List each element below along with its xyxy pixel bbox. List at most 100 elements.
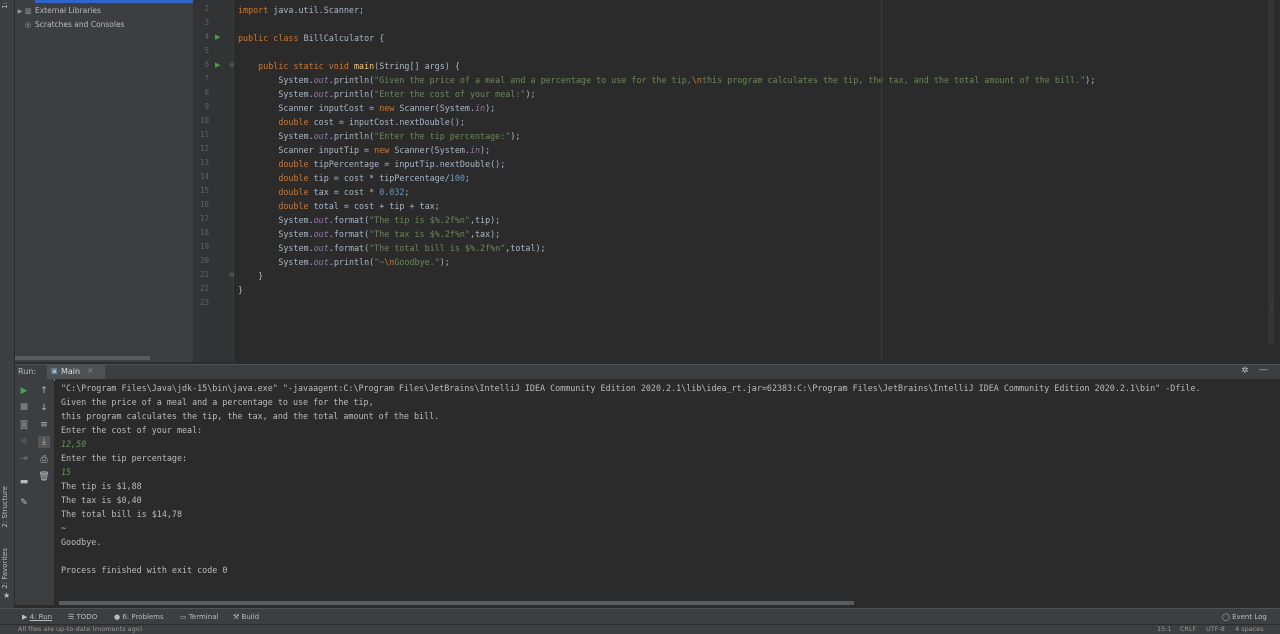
- pin-icon[interactable]: ✎: [18, 497, 30, 509]
- line-number: 10: [199, 116, 209, 125]
- code-token: import: [238, 5, 274, 15]
- arrow-down-icon[interactable]: ↓: [38, 402, 50, 414]
- tool-run-button[interactable]: ▶ 4: Run: [22, 609, 52, 625]
- tree-item-label: External Libraries: [35, 6, 101, 15]
- code-token: .format(: [328, 215, 370, 225]
- trash-icon[interactable]: 🗑: [38, 471, 50, 483]
- code-editor[interactable]: import java.util.Scanner; public class Bi…: [234, 0, 1270, 362]
- tree-item-external-libraries[interactable]: ▶ ▥ External Libraries: [15, 4, 101, 17]
- code-token: this program calculates the tip, the tax…: [701, 75, 1086, 85]
- code-line[interactable]: public class BillCalculator {: [238, 31, 384, 45]
- code-token: double: [238, 201, 314, 211]
- code-token: .println(: [328, 131, 375, 141]
- code-token: main: [353, 61, 375, 71]
- exit-icon[interactable]: ⇥: [18, 453, 30, 465]
- code-token: Goodbye.": [394, 257, 440, 267]
- code-line[interactable]: System.out.format("The total bill is $%.…: [238, 241, 545, 255]
- code-token: System.: [238, 257, 314, 267]
- scroll-to-end-icon[interactable]: ⤓: [38, 436, 50, 448]
- run-main-icon[interactable]: ▶: [215, 61, 220, 69]
- code-line[interactable]: double cost = inputCost.nextDouble();: [238, 115, 465, 129]
- code-token: ,tax);: [469, 229, 501, 239]
- soft-wrap-icon[interactable]: ≡: [38, 419, 50, 431]
- editor-scrollbar[interactable]: [1268, 0, 1274, 345]
- console-line: Enter the cost of your meal:: [61, 425, 203, 435]
- code-line[interactable]: double total = cost + tip + tax;: [238, 199, 439, 213]
- code-token: );: [480, 145, 491, 155]
- tool-problems-button[interactable]: ● 6: Problems: [114, 609, 164, 625]
- console-scrollbar[interactable]: [59, 601, 854, 605]
- code-line[interactable]: }: [238, 269, 263, 283]
- selected-tree-row[interactable]: [35, 0, 193, 3]
- code-token: );: [525, 89, 536, 99]
- code-line[interactable]: double tax = cost * 0.032;: [238, 185, 409, 199]
- horizontal-scrollbar[interactable]: [15, 356, 150, 360]
- close-icon[interactable]: ×: [87, 366, 94, 375]
- tool-build-button[interactable]: ⚒ Build: [233, 609, 259, 625]
- console-user-input: 12,50: [61, 439, 87, 449]
- rerun-icon[interactable]: ▶: [18, 385, 30, 397]
- tool-terminal-button[interactable]: ▭ Terminal: [180, 609, 218, 625]
- code-token: "~: [374, 257, 385, 267]
- run-icon: ▶: [22, 613, 30, 621]
- line-number: 13: [199, 158, 209, 167]
- code-token: tax = cost *: [313, 187, 380, 197]
- code-line[interactable]: System.out.format("The tax is $%.2f%n",t…: [238, 227, 500, 241]
- code-token: cost = inputCost.nextDouble();: [313, 117, 465, 127]
- gear-icon[interactable]: ✲: [1241, 366, 1249, 376]
- code-line[interactable]: public static void main(String[] args) {: [238, 59, 460, 73]
- event-log-icon: ◯: [1222, 613, 1233, 621]
- tool-todo-button[interactable]: ☰ TODO: [68, 609, 97, 625]
- chevron-right-icon[interactable]: ▶: [15, 5, 25, 18]
- code-line[interactable]: double tipPercentage = inputTip.nextDoub…: [238, 157, 505, 171]
- code-line[interactable]: Scanner inputTip = new Scanner(System.in…: [238, 143, 490, 157]
- code-token: "The tip is $%.2f%n": [369, 215, 470, 225]
- line-number: 16: [199, 200, 209, 209]
- code-token: Scanner(System.: [399, 103, 475, 113]
- code-line[interactable]: System.out.println("Enter the cost of yo…: [238, 87, 536, 101]
- scratches-icon: ◎: [25, 21, 32, 29]
- code-token: tipPercentage = inputTip.nextDouble();: [313, 159, 506, 169]
- tree-item-scratches[interactable]: ◎ Scratches and Consoles: [15, 18, 124, 31]
- terminal-icon: ▭: [180, 613, 189, 621]
- tab-structure[interactable]: 2: Structure: [1, 486, 9, 528]
- event-log-button[interactable]: ◯ Event Log: [1222, 609, 1267, 625]
- code-line[interactable]: Scanner inputCost = new Scanner(System.i…: [238, 101, 495, 115]
- list-icon: ☰: [68, 613, 77, 621]
- code-token: "Given the price of a meal and a percent…: [374, 75, 692, 85]
- tab-project[interactable]: 1:: [1, 2, 9, 9]
- code-token: Scanner inputTip =: [238, 145, 375, 155]
- line-number: 18: [199, 228, 209, 237]
- code-token: out: [313, 257, 329, 267]
- line-number: 15: [199, 186, 209, 195]
- print-icon[interactable]: ⎙: [38, 454, 50, 466]
- tab-favorites[interactable]: 2: Favorites: [1, 548, 9, 589]
- code-line[interactable]: System.out.println("Given the price of a…: [238, 73, 1095, 87]
- run-label: Run:: [18, 367, 37, 376]
- code-token: "Enter the tip percentage:": [374, 131, 511, 141]
- line-number: 14: [199, 172, 209, 181]
- stop-icon[interactable]: ■: [18, 401, 30, 413]
- code-line[interactable]: System.out.format("The tip is $%.2f%n",t…: [238, 213, 500, 227]
- code-token: "The tax is $%.2f%n": [369, 229, 470, 239]
- arrow-up-icon[interactable]: ↑: [38, 385, 50, 397]
- code-line[interactable]: import java.util.Scanner;: [238, 3, 364, 17]
- debug-icon[interactable]: ☼: [18, 436, 30, 448]
- code-token: out: [313, 131, 329, 141]
- run-class-icon[interactable]: ▶: [215, 33, 220, 41]
- layout-icon[interactable]: ▬: [18, 476, 30, 488]
- camera-icon[interactable]: ◙: [18, 419, 30, 431]
- code-line[interactable]: }: [238, 283, 243, 297]
- run-console[interactable]: "C:\Program Files\Java\jdk-15\bin\java.e…: [55, 379, 1280, 605]
- hammer-icon: ⚒: [233, 613, 242, 621]
- code-token: Scanner(System.: [394, 145, 470, 155]
- code-line[interactable]: System.out.println("~\nGoodbye.");: [238, 255, 450, 269]
- line-number: 23: [199, 298, 209, 307]
- library-icon: ▥: [25, 7, 32, 15]
- code-line[interactable]: double tip = cost * tipPercentage/100;: [238, 171, 470, 185]
- code-token: double: [238, 117, 314, 127]
- minimize-icon[interactable]: —: [1259, 365, 1268, 375]
- line-number: 5: [204, 46, 209, 55]
- code-line[interactable]: System.out.println("Enter the tip percen…: [238, 129, 520, 143]
- line-number: 19: [199, 242, 209, 251]
